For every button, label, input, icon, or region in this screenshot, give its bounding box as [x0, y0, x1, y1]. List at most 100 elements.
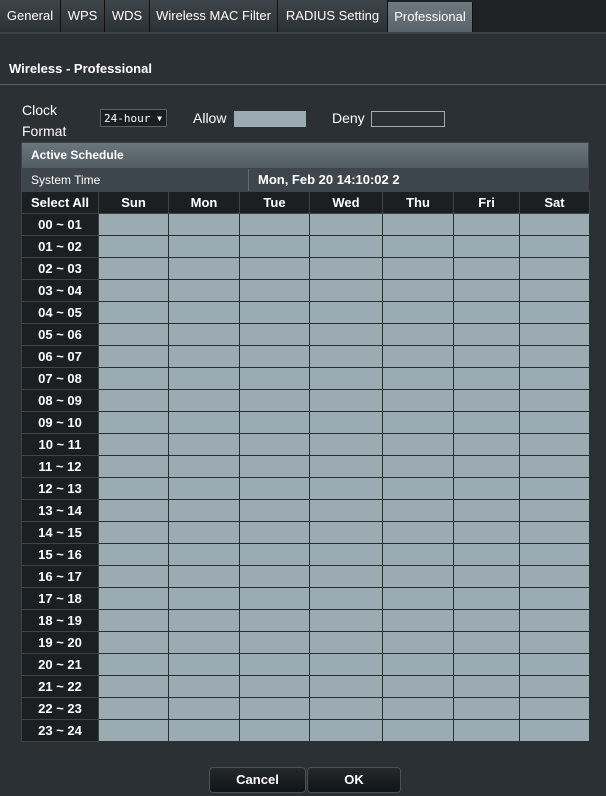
schedule-cell[interactable]: [519, 279, 590, 302]
schedule-cell[interactable]: [309, 433, 383, 456]
schedule-cell[interactable]: [519, 609, 590, 632]
schedule-cell[interactable]: [98, 719, 169, 742]
schedule-cell[interactable]: [519, 543, 590, 566]
day-header-tue[interactable]: Tue: [239, 191, 310, 214]
schedule-cell[interactable]: [239, 257, 310, 280]
day-header-fri[interactable]: Fri: [453, 191, 520, 214]
hour-row-select[interactable]: 12 ~ 13: [21, 477, 99, 500]
tab-wds[interactable]: WDS: [105, 0, 150, 32]
schedule-cell[interactable]: [519, 367, 590, 390]
schedule-cell[interactable]: [239, 477, 310, 500]
schedule-cell[interactable]: [519, 411, 590, 434]
clock-format-select[interactable]: 24-hour ▼: [100, 109, 167, 127]
schedule-cell[interactable]: [98, 631, 169, 654]
schedule-cell[interactable]: [453, 367, 520, 390]
schedule-cell[interactable]: [98, 587, 169, 610]
schedule-cell[interactable]: [519, 521, 590, 544]
schedule-cell[interactable]: [382, 521, 454, 544]
schedule-cell[interactable]: [453, 235, 520, 258]
schedule-cell[interactable]: [98, 543, 169, 566]
schedule-cell[interactable]: [309, 697, 383, 720]
schedule-cell[interactable]: [453, 521, 520, 544]
schedule-cell[interactable]: [382, 455, 454, 478]
schedule-cell[interactable]: [168, 455, 240, 478]
schedule-cell[interactable]: [98, 653, 169, 676]
hour-row-select[interactable]: 02 ~ 03: [21, 257, 99, 280]
schedule-cell[interactable]: [519, 235, 590, 258]
schedule-cell[interactable]: [382, 323, 454, 346]
schedule-cell[interactable]: [453, 543, 520, 566]
schedule-cell[interactable]: [519, 499, 590, 522]
schedule-cell[interactable]: [519, 719, 590, 742]
hour-row-select[interactable]: 00 ~ 01: [21, 213, 99, 236]
day-header-sat[interactable]: Sat: [519, 191, 590, 214]
schedule-cell[interactable]: [519, 323, 590, 346]
schedule-cell[interactable]: [98, 323, 169, 346]
schedule-cell[interactable]: [168, 675, 240, 698]
ok-button[interactable]: OK: [307, 767, 401, 793]
schedule-cell[interactable]: [453, 279, 520, 302]
schedule-cell[interactable]: [382, 499, 454, 522]
schedule-cell[interactable]: [309, 521, 383, 544]
schedule-cell[interactable]: [309, 675, 383, 698]
hour-row-select[interactable]: 06 ~ 07: [21, 345, 99, 368]
schedule-cell[interactable]: [382, 697, 454, 720]
schedule-cell[interactable]: [168, 653, 240, 676]
schedule-cell[interactable]: [239, 653, 310, 676]
schedule-cell[interactable]: [239, 411, 310, 434]
schedule-cell[interactable]: [382, 367, 454, 390]
schedule-cell[interactable]: [239, 323, 310, 346]
schedule-cell[interactable]: [309, 631, 383, 654]
schedule-cell[interactable]: [453, 301, 520, 324]
schedule-cell[interactable]: [239, 719, 310, 742]
schedule-cell[interactable]: [453, 499, 520, 522]
hour-row-select[interactable]: 19 ~ 20: [21, 631, 99, 654]
schedule-cell[interactable]: [168, 543, 240, 566]
schedule-cell[interactable]: [453, 455, 520, 478]
schedule-cell[interactable]: [239, 213, 310, 236]
schedule-cell[interactable]: [519, 301, 590, 324]
schedule-cell[interactable]: [519, 477, 590, 500]
hour-row-select[interactable]: 15 ~ 16: [21, 543, 99, 566]
schedule-cell[interactable]: [453, 411, 520, 434]
schedule-cell[interactable]: [168, 389, 240, 412]
schedule-cell[interactable]: [168, 587, 240, 610]
schedule-cell[interactable]: [239, 279, 310, 302]
hour-row-select[interactable]: 08 ~ 09: [21, 389, 99, 412]
schedule-cell[interactable]: [98, 455, 169, 478]
schedule-cell[interactable]: [98, 675, 169, 698]
hour-row-select[interactable]: 22 ~ 23: [21, 697, 99, 720]
hour-row-select[interactable]: 21 ~ 22: [21, 675, 99, 698]
schedule-cell[interactable]: [168, 477, 240, 500]
schedule-cell[interactable]: [239, 235, 310, 258]
tab-wps[interactable]: WPS: [61, 0, 105, 32]
schedule-cell[interactable]: [168, 345, 240, 368]
schedule-cell[interactable]: [98, 609, 169, 632]
schedule-cell[interactable]: [168, 565, 240, 588]
hour-row-select[interactable]: 13 ~ 14: [21, 499, 99, 522]
schedule-cell[interactable]: [168, 301, 240, 324]
hour-row-select[interactable]: 07 ~ 08: [21, 367, 99, 390]
schedule-cell[interactable]: [239, 587, 310, 610]
schedule-cell[interactable]: [98, 301, 169, 324]
schedule-cell[interactable]: [382, 257, 454, 280]
schedule-cell[interactable]: [239, 455, 310, 478]
schedule-cell[interactable]: [382, 411, 454, 434]
schedule-cell[interactable]: [98, 697, 169, 720]
schedule-cell[interactable]: [309, 609, 383, 632]
cancel-button[interactable]: Cancel: [209, 767, 306, 793]
schedule-cell[interactable]: [239, 499, 310, 522]
schedule-cell[interactable]: [382, 301, 454, 324]
schedule-cell[interactable]: [309, 389, 383, 412]
schedule-cell[interactable]: [309, 719, 383, 742]
schedule-cell[interactable]: [519, 433, 590, 456]
schedule-cell[interactable]: [519, 653, 590, 676]
schedule-cell[interactable]: [239, 433, 310, 456]
schedule-cell[interactable]: [239, 609, 310, 632]
schedule-cell[interactable]: [309, 543, 383, 566]
schedule-cell[interactable]: [309, 565, 383, 588]
hour-row-select[interactable]: 10 ~ 11: [21, 433, 99, 456]
schedule-cell[interactable]: [453, 675, 520, 698]
schedule-cell[interactable]: [453, 477, 520, 500]
schedule-cell[interactable]: [168, 411, 240, 434]
